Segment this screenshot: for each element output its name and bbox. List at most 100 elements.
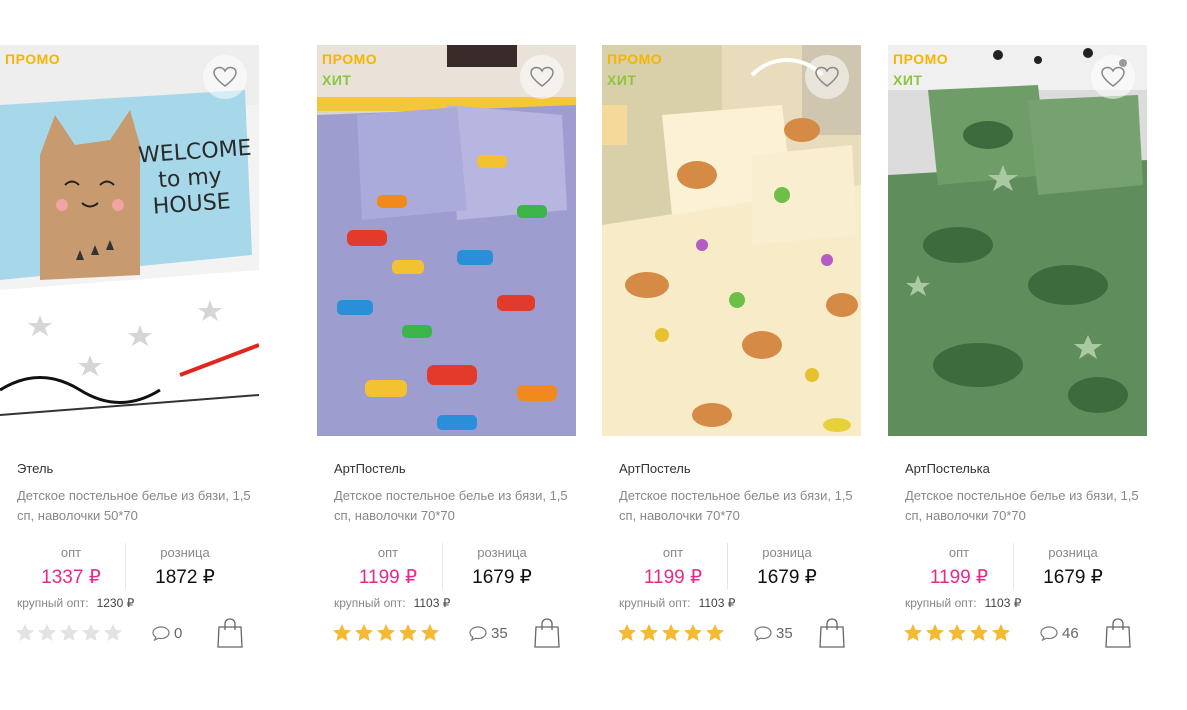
favorite-button[interactable]: [203, 55, 247, 99]
promo-badge: ПРОМО: [5, 51, 61, 67]
star-icon[interactable]: [81, 623, 101, 642]
bulk-price-label: крупный опт:: [334, 596, 406, 610]
shopping-bag-icon[interactable]: [1105, 618, 1131, 648]
product-title[interactable]: Детское постельное белье из бязи, 1,5 сп…: [905, 486, 1140, 526]
shopping-bag-icon[interactable]: [534, 618, 560, 648]
shopping-bag-icon[interactable]: [217, 618, 243, 648]
star-icon[interactable]: [37, 623, 57, 642]
rating-stars[interactable]: [15, 623, 123, 642]
opt-price-label: опт: [60, 545, 82, 560]
product-card[interactable]: ПРОМО ХИТ АртПостелька Детское постельно…: [888, 45, 1147, 648]
price-block: опт 1199 ₽ розница 1679 ₽: [334, 543, 560, 595]
star-icon[interactable]: [969, 623, 989, 642]
retail-price: 1679 ₽: [472, 567, 532, 588]
bulk-price-label: крупный опт:: [17, 596, 89, 610]
star-icon[interactable]: [947, 623, 967, 642]
hit-badge: ХИТ: [322, 72, 352, 88]
star-icon[interactable]: [661, 623, 681, 642]
comments-count: 46: [1062, 625, 1079, 642]
star-icon[interactable]: [925, 623, 945, 642]
heart-icon: [1101, 66, 1125, 87]
heart-icon: [815, 66, 839, 87]
opt-price: 1199 ₽: [643, 567, 703, 588]
brand-name[interactable]: АртПостелька: [905, 461, 990, 476]
comments-link[interactable]: 35: [469, 625, 508, 642]
brand-name[interactable]: Этель: [17, 461, 53, 476]
comment-icon: [152, 626, 170, 641]
product-image[interactable]: WELCOME to my HOUSE ПРОМО: [0, 45, 259, 436]
product-card[interactable]: ПРОМО ХИТ АртПостель Детское постельное …: [317, 45, 576, 648]
comments-link[interactable]: 46: [1040, 625, 1079, 642]
rating-stars[interactable]: [617, 623, 725, 642]
product-card[interactable]: ПРОМО ХИТ АртПостель Детское постельное …: [602, 45, 861, 648]
bulk-price: крупный опт: 1103 ₽: [905, 596, 1021, 610]
opt-price: 1199 ₽: [929, 567, 989, 588]
bulk-price: крупный опт: 1103 ₽: [334, 596, 450, 610]
brand-name[interactable]: АртПостель: [334, 461, 406, 476]
star-icon[interactable]: [332, 623, 352, 642]
image-caption: WELCOME to my HOUSE: [137, 135, 253, 220]
opt-price-label: опт: [662, 545, 684, 560]
star-icon[interactable]: [683, 623, 703, 642]
favorite-button[interactable]: [1091, 55, 1135, 99]
product-image[interactable]: ПРОМО ХИТ: [317, 45, 576, 436]
price-block: опт 1337 ₽ розница 1872 ₽: [17, 543, 243, 595]
bulk-price-value: 1103 ₽: [413, 596, 451, 610]
bulk-price-value: 1103 ₽: [984, 596, 1022, 610]
brand-name[interactable]: АртПостель: [619, 461, 691, 476]
promo-badge: ПРОМО: [893, 51, 949, 67]
product-image[interactable]: ПРОМО ХИТ: [602, 45, 861, 436]
bulk-price: крупный опт: 1230 ₽: [17, 596, 134, 610]
rating-stars[interactable]: [903, 623, 1011, 642]
price-block: опт 1199 ₽ розница 1679 ₽: [619, 543, 845, 595]
heart-icon: [213, 66, 237, 87]
bulk-price: крупный опт: 1103 ₽: [619, 596, 735, 610]
retail-price: 1872 ₽: [155, 567, 215, 588]
product-title[interactable]: Детское постельное белье из бязи, 1,5 сп…: [619, 486, 854, 526]
price-block: опт 1199 ₽ розница 1679 ₽: [905, 543, 1131, 595]
star-icon[interactable]: [59, 623, 79, 642]
product-card[interactable]: WELCOME to my HOUSE ПРОМО Этель Детское …: [0, 45, 259, 648]
star-icon[interactable]: [705, 623, 725, 642]
bulk-price-label: крупный опт:: [905, 596, 977, 610]
favorite-button[interactable]: [805, 55, 849, 99]
retail-price-label: розница: [762, 545, 812, 560]
star-icon[interactable]: [617, 623, 637, 642]
opt-price: 1337 ₽: [41, 567, 101, 588]
star-icon[interactable]: [991, 623, 1011, 642]
bulk-price-value: 1103 ₽: [698, 596, 736, 610]
star-icon[interactable]: [420, 623, 440, 642]
comment-icon: [469, 626, 487, 641]
comments-link[interactable]: 0: [152, 625, 182, 642]
bulk-price-value: 1230 ₽: [96, 596, 135, 610]
comments-count: 35: [776, 625, 793, 642]
retail-price: 1679 ₽: [1043, 567, 1103, 588]
shopping-bag-icon[interactable]: [819, 618, 845, 648]
comment-icon: [1040, 626, 1058, 641]
opt-price-label: опт: [377, 545, 399, 560]
star-icon[interactable]: [639, 623, 659, 642]
comment-icon: [754, 626, 772, 641]
comments-count: 0: [174, 625, 183, 642]
product-title[interactable]: Детское постельное белье из бязи, 1,5 сп…: [17, 486, 252, 526]
comments-count: 35: [491, 625, 508, 642]
bulk-price-label: крупный опт:: [619, 596, 691, 610]
retail-price: 1679 ₽: [757, 567, 817, 588]
star-icon[interactable]: [15, 623, 35, 642]
product-title[interactable]: Детское постельное белье из бязи, 1,5 сп…: [334, 486, 569, 526]
rating-stars[interactable]: [332, 623, 440, 642]
heart-icon: [530, 66, 554, 87]
hit-badge: ХИТ: [607, 72, 637, 88]
star-icon[interactable]: [376, 623, 396, 642]
comments-link[interactable]: 35: [754, 625, 793, 642]
star-icon[interactable]: [103, 623, 123, 642]
star-icon[interactable]: [398, 623, 418, 642]
star-icon[interactable]: [354, 623, 374, 642]
promo-badge: ПРОМО: [607, 51, 663, 67]
opt-price-label: опт: [948, 545, 970, 560]
favorite-button[interactable]: [520, 55, 564, 99]
star-icon[interactable]: [903, 623, 923, 642]
promo-badge: ПРОМО: [322, 51, 378, 67]
product-image[interactable]: ПРОМО ХИТ: [888, 45, 1147, 436]
opt-price: 1199 ₽: [358, 567, 418, 588]
